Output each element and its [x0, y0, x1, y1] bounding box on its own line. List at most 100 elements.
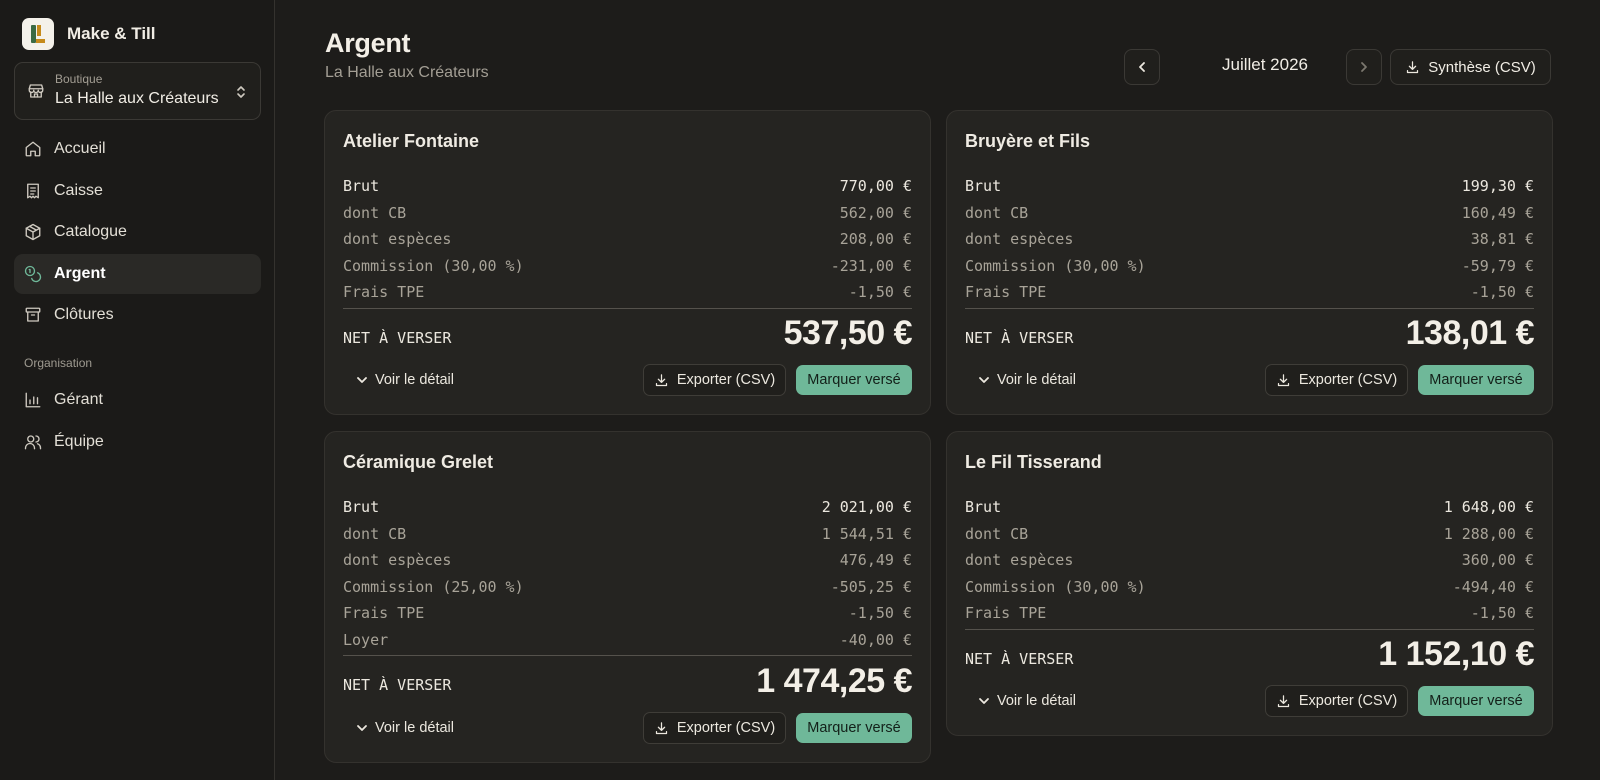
- mark-paid-button[interactable]: Marquer versé: [1418, 365, 1534, 395]
- chevron-down-icon: [979, 698, 989, 704]
- card-actions: Voir le détail Exporter (CSV) Marquer ve…: [965, 685, 1534, 717]
- sidebar-item-label: Caisse: [54, 182, 103, 199]
- mark-paid-button[interactable]: Marquer versé: [796, 713, 912, 743]
- current-month: Juillet 2026: [1221, 55, 1308, 74]
- row-value: 38,81 €: [1470, 230, 1534, 249]
- row-label: Frais TPE: [343, 604, 425, 623]
- net-amount: 1 474,25 €: [756, 661, 912, 700]
- sidebar-item-caisse[interactable]: Caisse: [14, 171, 261, 211]
- export-label: Exporter (CSV): [1298, 372, 1398, 388]
- net-total: NET À VERSER 1 474,25 €: [343, 656, 912, 706]
- vendor-card: Le Fil Tisserand Brut 1 648,00 € dont CB 1…: [946, 431, 1553, 736]
- vendor-card: Céramique Grelet Brut 2 021,00 € dont CB 1…: [324, 431, 931, 763]
- previous-month-button[interactable]: [1124, 49, 1160, 85]
- row-label: dont CB: [965, 203, 1029, 222]
- export-csv-button[interactable]: Exporter (CSV): [1265, 685, 1408, 717]
- view-detail-toggle[interactable]: Voir le détail: [965, 364, 1076, 396]
- summary-export-button[interactable]: Synthèse (CSV): [1390, 49, 1551, 85]
- shop-caption: Boutique: [55, 72, 103, 86]
- view-detail-toggle[interactable]: Voir le détail: [343, 712, 454, 744]
- export-csv-button[interactable]: Exporter (CSV): [643, 364, 786, 396]
- package-icon: [25, 223, 41, 241]
- row-frais-tpe: Frais TPE -1,50 €: [965, 279, 1534, 306]
- mark-paid-label: Marquer versé: [1429, 372, 1523, 388]
- row-label: dont CB: [343, 203, 407, 222]
- vendor-card: Bruyère et Fils Brut 199,30 € dont CB 160,…: [946, 110, 1553, 415]
- row-label: dont espèces: [965, 551, 1074, 570]
- row-commission: Commission (30,00 %) -494,40 €: [965, 574, 1534, 601]
- net-label: NET À VERSER: [965, 328, 1074, 347]
- view-detail-toggle[interactable]: Voir le détail: [965, 685, 1076, 717]
- vendor-rows: Brut 770,00 € dont CB 562,00 € dont espèce…: [343, 173, 913, 359]
- row-commission: Commission (30,00 %) -231,00 €: [343, 253, 912, 280]
- sidebar-item-gerant[interactable]: Gérant: [14, 380, 261, 420]
- home-icon: [25, 141, 41, 157]
- detail-label: Voir le détail: [997, 372, 1076, 388]
- row-label: Frais TPE: [343, 283, 425, 302]
- row-label: Commission (30,00 %): [343, 256, 524, 275]
- row-value: -1,50 €: [848, 604, 912, 623]
- row-label: dont espèces: [343, 551, 452, 570]
- vendor-name: Bruyère et Fils: [965, 131, 1091, 151]
- row-especes: dont espèces 476,49 €: [343, 547, 912, 574]
- row-value: -505,25 €: [830, 577, 912, 596]
- net-label: NET À VERSER: [965, 649, 1074, 668]
- row-frais-tpe: Frais TPE -1,50 €: [343, 600, 912, 627]
- row-value: 770,00 €: [839, 177, 912, 196]
- row-label: Brut: [965, 498, 1002, 517]
- row-label: Brut: [965, 177, 1002, 196]
- coins-icon: [24, 265, 42, 283]
- vendor-rows: Brut 199,30 € dont CB 160,49 € dont espèce…: [965, 173, 1535, 359]
- brand[interactable]: Make & Till: [22, 17, 274, 50]
- bar-chart-icon: [25, 392, 41, 408]
- mark-paid-label: Marquer versé: [807, 720, 901, 736]
- sidebar-item-label: Accueil: [54, 140, 106, 157]
- sidebar: Make & Till Boutique La Halle aux Créate…: [0, 0, 275, 780]
- app-name: Make & Till: [67, 23, 156, 43]
- row-value: 208,00 €: [839, 230, 912, 249]
- vendor-name: Atelier Fontaine: [343, 131, 480, 151]
- chevron-updown-icon: [237, 86, 245, 98]
- export-label: Exporter (CSV): [1298, 693, 1398, 709]
- net-amount: 138,01 €: [1405, 314, 1535, 352]
- row-value: 1 288,00 €: [1443, 524, 1534, 543]
- shop-selector[interactable]: Boutique La Halle aux Créateurs: [14, 62, 261, 120]
- chevron-down-icon: [979, 377, 989, 383]
- row-especes: dont espèces 38,81 €: [965, 226, 1534, 253]
- mark-paid-button[interactable]: Marquer versé: [1418, 686, 1534, 716]
- mark-paid-button[interactable]: Marquer versé: [796, 365, 912, 395]
- sidebar-item-equipe[interactable]: Équipe: [14, 422, 261, 462]
- detail-label: Voir le détail: [997, 693, 1076, 709]
- row-value: 2 021,00 €: [821, 498, 912, 517]
- row-label: dont CB: [343, 524, 407, 543]
- row-label: dont espèces: [343, 230, 452, 249]
- row-value: -59,79 €: [1461, 256, 1534, 275]
- card-actions: Voir le détail Exporter (CSV) Marquer ve…: [343, 364, 912, 396]
- net-total: NET À VERSER 537,50 €: [343, 309, 913, 359]
- sidebar-item-catalogue[interactable]: Catalogue: [14, 212, 261, 252]
- sidebar-item-accueil[interactable]: Accueil: [14, 129, 261, 169]
- export-label: Exporter (CSV): [676, 720, 776, 736]
- row-value: -1,50 €: [1470, 604, 1534, 623]
- chevron-down-icon: [357, 725, 367, 731]
- summary-button-label: Synthèse (CSV): [1428, 58, 1536, 76]
- detail-label: Voir le détail: [375, 372, 454, 388]
- vendor-name: Céramique Grelet: [343, 452, 494, 472]
- chevron-right-icon: [1361, 62, 1367, 72]
- export-label: Exporter (CSV): [676, 372, 776, 388]
- store-icon: [28, 84, 44, 98]
- row-brut: Brut 199,30 €: [965, 173, 1534, 200]
- row-label: dont CB: [965, 524, 1029, 543]
- next-month-button[interactable]: [1346, 49, 1382, 85]
- archive-icon: [25, 307, 41, 322]
- sidebar-item-argent[interactable]: Argent: [14, 254, 261, 294]
- main-content: Argent La Halle aux Créateurs Juillet 20…: [275, 0, 1600, 780]
- sidebar-item-clotures[interactable]: Clôtures: [14, 295, 261, 335]
- row-brut: Brut 2 021,00 €: [343, 494, 912, 521]
- download-icon: [1277, 694, 1289, 707]
- export-csv-button[interactable]: Exporter (CSV): [1265, 364, 1408, 396]
- row-value: 1 648,00 €: [1443, 498, 1534, 517]
- export-csv-button[interactable]: Exporter (CSV): [643, 712, 786, 744]
- row-value: 199,30 €: [1461, 177, 1534, 196]
- view-detail-toggle[interactable]: Voir le détail: [343, 364, 454, 396]
